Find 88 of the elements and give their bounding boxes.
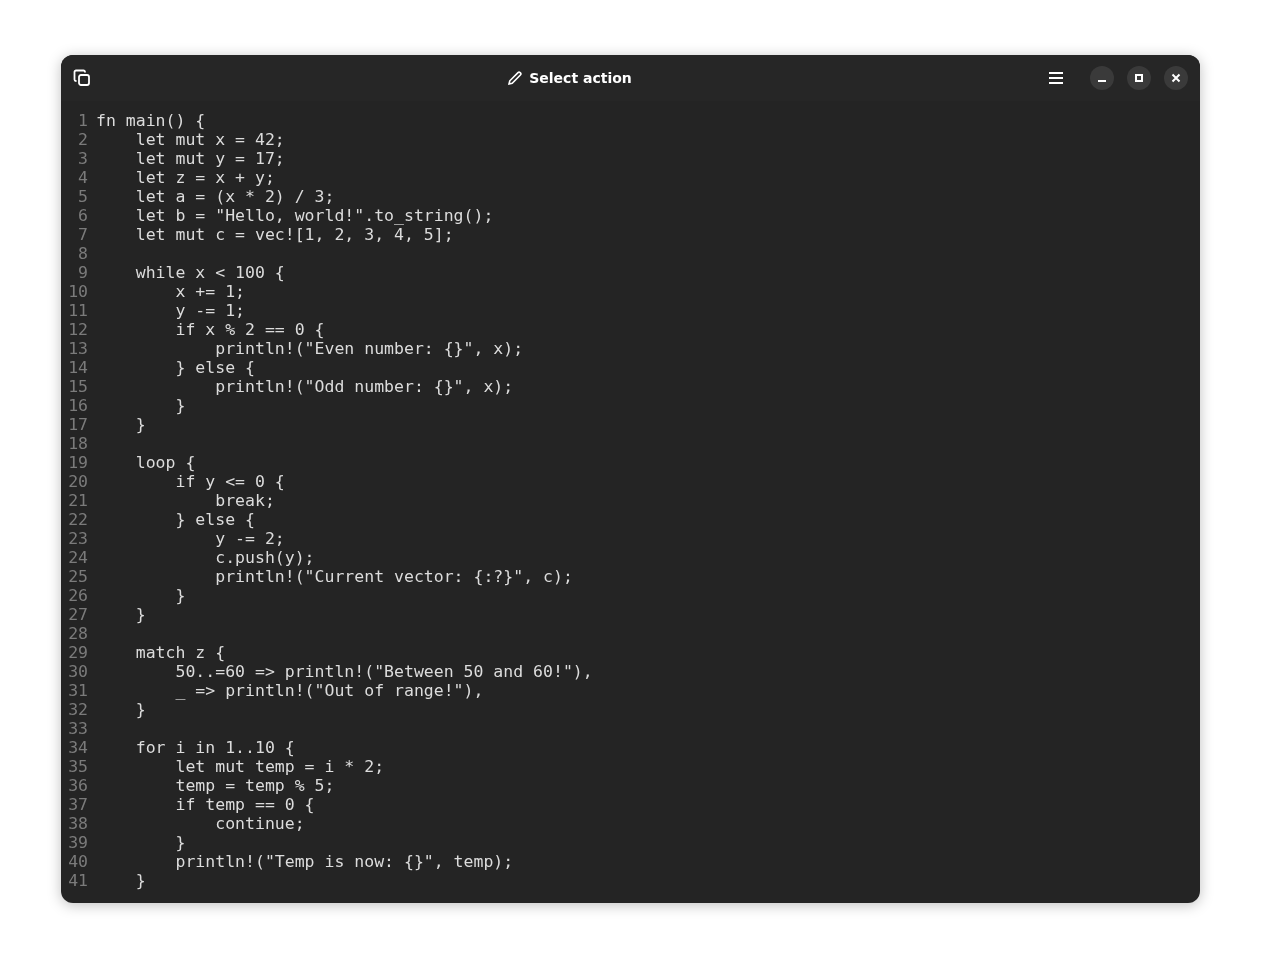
code-line: let mut y = 17; <box>134 149 285 168</box>
maximize-icon <box>1134 73 1144 83</box>
line-number: 38 <box>67 814 88 833</box>
code-line: let mut c = vec![1, 2, 3, 4, 5]; <box>134 225 454 244</box>
line-number: 35 <box>67 757 88 776</box>
line-number: 15 <box>67 377 88 396</box>
code-line: let mut temp = i * 2; <box>174 757 385 776</box>
line-number: 7 <box>77 225 88 244</box>
maximize-button[interactable] <box>1127 66 1151 90</box>
line-number: 34 <box>67 738 88 757</box>
line-number: 28 <box>67 624 88 643</box>
code-line: if x % 2 == 0 { <box>174 320 325 339</box>
code-line: } else { <box>174 510 255 529</box>
line-number: 19 <box>67 453 88 472</box>
line-number: 12 <box>67 320 88 339</box>
code-line: } <box>174 586 186 605</box>
code-line: _ => println!("Out of range!"), <box>174 681 484 700</box>
code-line: } else { <box>174 358 255 377</box>
code-line: c.push(y); <box>214 548 315 567</box>
line-number: 26 <box>67 586 88 605</box>
line-number: 37 <box>67 795 88 814</box>
code-line: continue; <box>214 814 305 833</box>
line-number: 13 <box>67 339 88 358</box>
code-line: } <box>174 833 186 852</box>
code-line: x += 1; <box>174 282 245 301</box>
code-line: if y <= 0 { <box>174 472 285 491</box>
line-number: 33 <box>67 719 88 738</box>
line-number: 4 <box>77 168 88 187</box>
minimize-icon <box>1098 80 1106 82</box>
line-number: 1 <box>77 111 88 130</box>
code-line: } <box>134 605 146 624</box>
code-line: println!("Temp is now: {}", temp); <box>174 852 514 871</box>
code-line: fn main() { <box>96 111 206 130</box>
line-number: 39 <box>67 833 88 852</box>
line-number: 36 <box>67 776 88 795</box>
code-line: while x < 100 { <box>134 263 285 282</box>
line-number: 40 <box>67 852 88 871</box>
line-number: 6 <box>77 206 88 225</box>
code-line: let b = "Hello, world!".to_string(); <box>134 206 494 225</box>
code-line: println!("Current vector: {:?}", c); <box>214 567 573 586</box>
code-line: 50..=60 => println!("Between 50 and 60!"), <box>174 662 593 681</box>
code-line: println!("Odd number: {}", x); <box>214 377 514 396</box>
code-line: temp = temp % 5; <box>174 776 335 795</box>
code-line: loop { <box>134 453 196 472</box>
line-number: 14 <box>67 358 88 377</box>
window-title: Select action <box>529 68 632 88</box>
line-number: 23 <box>67 529 88 548</box>
line-number: 21 <box>67 491 88 510</box>
minimize-button[interactable] <box>1090 66 1114 90</box>
line-number: 41 <box>67 871 88 890</box>
pencil-icon <box>507 70 524 86</box>
code-line: y -= 1; <box>174 301 245 320</box>
copy-icon[interactable] <box>73 69 91 87</box>
line-number: 17 <box>67 415 88 434</box>
close-icon <box>1171 73 1181 83</box>
code-line: println!("Even number: {}", x); <box>214 339 524 358</box>
line-number: 24 <box>67 548 88 567</box>
line-number: 3 <box>77 149 88 168</box>
line-number: 30 <box>67 662 88 681</box>
code-line: for i in 1..10 { <box>134 738 295 757</box>
line-number: 5 <box>77 187 88 206</box>
line-number: 29 <box>67 643 88 662</box>
code-line: let a = (x * 2) / 3; <box>134 187 335 206</box>
code-line: match z { <box>134 643 226 662</box>
code-line: let z = x + y; <box>134 168 275 187</box>
line-number: 32 <box>67 700 88 719</box>
code-line: if temp == 0 { <box>174 795 315 814</box>
code-line: } <box>134 415 146 434</box>
line-number: 11 <box>67 301 88 320</box>
line-number: 10 <box>67 282 88 301</box>
line-number: 9 <box>77 263 88 282</box>
line-number: 31 <box>67 681 88 700</box>
code-line: } <box>134 871 146 890</box>
line-number: 27 <box>67 605 88 624</box>
line-number: 22 <box>67 510 88 529</box>
line-number: 2 <box>77 130 88 149</box>
code-line: let mut x = 42; <box>134 130 285 149</box>
code-line: } <box>174 396 186 415</box>
code-line: } <box>134 700 146 719</box>
code-line: y -= 2; <box>214 529 285 548</box>
line-number: 8 <box>77 244 88 263</box>
line-number: 18 <box>67 434 88 453</box>
line-number: 20 <box>67 472 88 491</box>
menu-icon[interactable] <box>1048 71 1064 85</box>
line-number: 25 <box>67 567 88 586</box>
line-number: 16 <box>67 396 88 415</box>
close-button[interactable] <box>1164 66 1188 90</box>
code-line: break; <box>214 491 275 510</box>
